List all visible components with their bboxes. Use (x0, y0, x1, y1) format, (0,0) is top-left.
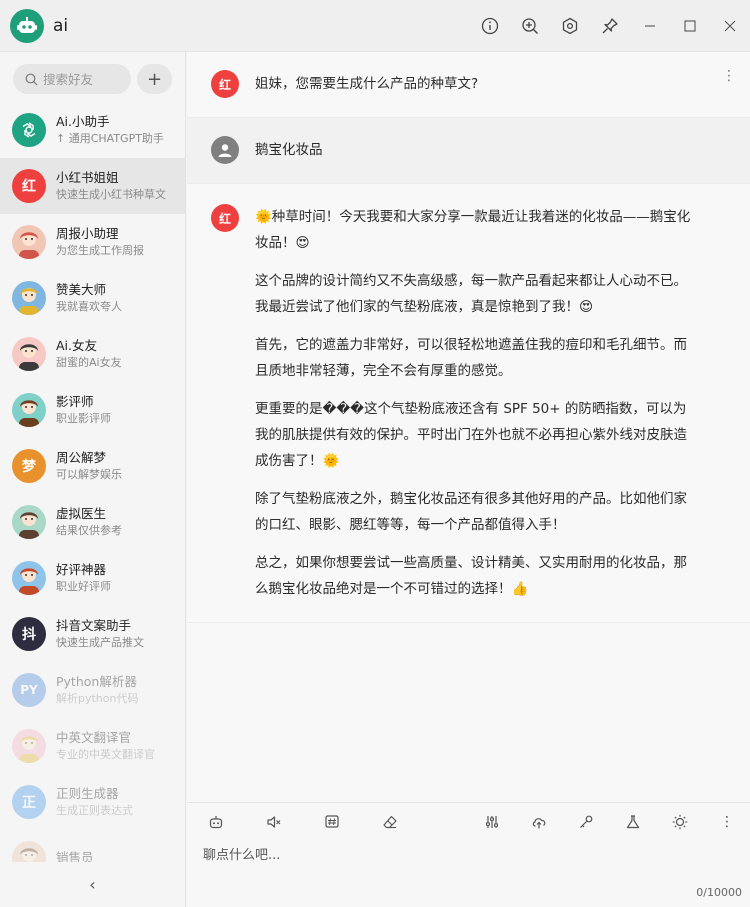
contact-description: 职业影评师 (56, 412, 111, 425)
contact-description: 我就喜欢夸人 (56, 300, 122, 313)
contact-item[interactable]: 影评师 职业影评师 (0, 382, 185, 438)
contact-name: 正则生成器 (56, 786, 119, 801)
boy-avatar-icon (12, 281, 46, 315)
eraser-icon[interactable] (377, 809, 403, 835)
girlfriend-avatar-icon (12, 337, 46, 371)
chat-input[interactable] (203, 848, 723, 863)
bot-avatar: 红 (211, 204, 239, 232)
critic-avatar-icon (12, 393, 46, 427)
app-title: ai (53, 15, 69, 36)
more-options-icon[interactable]: ⋮ (722, 68, 736, 84)
reply-paragraph: 🌞种草时间！今天我要和大家分享一款最近让我着迷的化妆品——鹅宝化妆品！😍 (255, 209, 691, 251)
contact-description: 可以解梦娱乐 (56, 468, 122, 481)
search-icon (25, 73, 38, 85)
translator-avatar-icon (12, 729, 46, 763)
glasses-avatar-icon (12, 561, 46, 595)
close-icon[interactable] (710, 0, 750, 52)
contact-item[interactable]: 周报小助理为您生成工作周报 (0, 214, 185, 270)
more-icon[interactable]: ⋮ (714, 809, 740, 835)
mute-icon[interactable] (261, 809, 287, 835)
chat-area: 红 姐妹，您需要生成什么产品的种草文? ⋮ 鹅宝化妆品 红 🌞种草时间！今天我要… (187, 52, 750, 802)
girl-avatar-icon (12, 225, 46, 259)
contact-description: 为您生成工作周报 (56, 244, 144, 257)
add-friend-button[interactable]: + (137, 64, 172, 94)
contact-name: 虚拟医生 (56, 506, 107, 521)
collapse-sidebar-button[interactable]: ‹ (0, 862, 185, 907)
contact-name: Ai.女友 (56, 338, 97, 353)
contact-description: 快速生成小红书种草文 (56, 188, 166, 201)
contact-item[interactable]: PY Python解析器 解析python代码 (0, 662, 185, 718)
contact-name: Ai.小助手 (56, 114, 110, 129)
search-input[interactable] (43, 71, 123, 87)
contact-item[interactable]: 梦周公解梦可以解梦娱乐 (0, 438, 185, 494)
settings-icon[interactable] (550, 0, 590, 52)
bot-reply-text: 🌞种草时间！今天我要和大家分享一款最近让我着迷的化妆品——鹅宝化妆品！😍 这个品牌… (255, 204, 695, 602)
contact-item[interactable]: 中英文翻译官专业的中英文翻译官 (0, 718, 185, 774)
contact-name: 小红书姐姐 (56, 170, 119, 185)
greeting-text: 姐妹，您需要生成什么产品的种草文? (255, 76, 479, 92)
title-bar: ai (0, 0, 750, 52)
info-icon[interactable] (470, 0, 510, 52)
contact-item[interactable]: 好评神器 职业好评师 (0, 550, 185, 606)
reply-paragraph: 这个品牌的设计简约又不失高级感，每一款产品看起来都让人心动不已。我最近尝试了他们… (255, 273, 687, 315)
cloud-upload-icon[interactable] (526, 809, 552, 835)
contact-description: 生成正则表达式 (56, 804, 133, 817)
contact-name: 周报小助理 (56, 226, 119, 241)
contact-item[interactable]: 红小红书姐姐快速生成小红书种草文 (0, 158, 185, 214)
hashtag-icon[interactable] (319, 809, 345, 835)
contact-name: 好评神器 (56, 562, 107, 577)
reply-paragraph: 除了气垫粉底液之外，鹅宝化妆品还有很多其他好用的产品。比如他们家的口红、眼影、腮… (255, 491, 687, 533)
openai-logo-icon (12, 113, 46, 147)
contact-description: ↑ 通用CHATGPT助手 (56, 132, 164, 145)
doctor-avatar-icon (12, 505, 46, 539)
bot-avatar: 红 (211, 70, 239, 98)
contact-item[interactable]: 抖抖音文案助手 快速生成产品推文 (0, 606, 185, 662)
contact-avatar: 梦 (12, 449, 46, 483)
character-counter: 0/10000 (696, 886, 742, 899)
contact-description: 解析python代码 (56, 692, 139, 705)
reply-paragraph: 更重要的是���这个气垫粉底液还含有 SPF 50+ 的防晒指数，可以为我的肌肤… (255, 401, 687, 469)
bot-reply-message: 红 🌞种草时间！今天我要和大家分享一款最近让我着迷的化妆品——鹅宝化妆品！😍 这个… (187, 184, 750, 623)
contact-avatar: PY (12, 673, 46, 707)
contact-name: 中英文翻译官 (56, 730, 132, 745)
input-bar: ⋮ 0/10000 (187, 802, 750, 907)
contact-description: 职业好评师 (56, 580, 111, 593)
user-message-text: 鹅宝化妆品 (255, 142, 323, 158)
contact-item[interactable]: Ai.小助手 ↑ 通用CHATGPT助手 (0, 102, 185, 158)
contact-item[interactable]: 正正则生成器生成正则表达式 (0, 774, 185, 830)
contact-name: 周公解梦 (56, 450, 107, 465)
key-icon[interactable] (573, 809, 599, 835)
contact-description: 甜蜜的Ai女友 (56, 356, 122, 369)
contact-item[interactable]: Ai.女友甜蜜的Ai女友 (0, 326, 185, 382)
contact-name: 影评师 (56, 394, 94, 409)
contact-item[interactable]: 赞美大师我就喜欢夸人 (0, 270, 185, 326)
contact-name: 抖音文案助手 (56, 618, 132, 633)
reply-paragraph: 首先，它的遮盖力非常好，可以很轻松地遮盖住我的痘印和毛孔细节。而且质地非常轻薄，… (255, 337, 687, 379)
maximize-icon[interactable] (670, 0, 710, 52)
sliders-icon[interactable] (479, 809, 505, 835)
minimize-icon[interactable] (630, 0, 670, 52)
bot-greeting-message: 红 姐妹，您需要生成什么产品的种草文? ⋮ (187, 52, 750, 118)
sidebar: + Ai.小助手↑ 通用CHATGPT助手红小红书姐姐快速生成小红书种草文周报小… (0, 52, 186, 907)
pin-icon[interactable] (590, 0, 630, 52)
search-box[interactable] (13, 64, 131, 94)
contact-avatar: 抖 (12, 617, 46, 651)
robot-icon[interactable] (203, 809, 229, 835)
user-message: 鹅宝化妆品 (187, 118, 750, 184)
contact-avatar: 正 (12, 785, 46, 819)
zoom-in-icon[interactable] (510, 0, 550, 52)
contact-item[interactable]: 虚拟医生结果仅供参考 (0, 494, 185, 550)
contact-name: Python解析器 (56, 674, 137, 689)
contact-description: 专业的中英文翻译官 (56, 748, 155, 761)
contact-description: 快速生成产品推文 (56, 636, 144, 649)
robot-logo-icon (10, 8, 44, 43)
reply-paragraph: 总之，如果你想要尝试一些高质量、设计精美、又实用耐用的化妆品，那么鹅宝化妆品绝对… (255, 555, 687, 597)
contact-description: 结果仅供参考 (56, 524, 122, 537)
contact-name: 赞美大师 (56, 282, 107, 297)
contact-list: Ai.小助手 ↑ 通用CHATGPT助手红小红书姐姐 快速生成小红书种草文 周报小助理… (0, 102, 185, 886)
contact-avatar: 红 (12, 169, 46, 203)
sun-icon[interactable] (667, 809, 693, 835)
user-avatar-icon (211, 136, 239, 164)
flask-icon[interactable] (620, 809, 646, 835)
